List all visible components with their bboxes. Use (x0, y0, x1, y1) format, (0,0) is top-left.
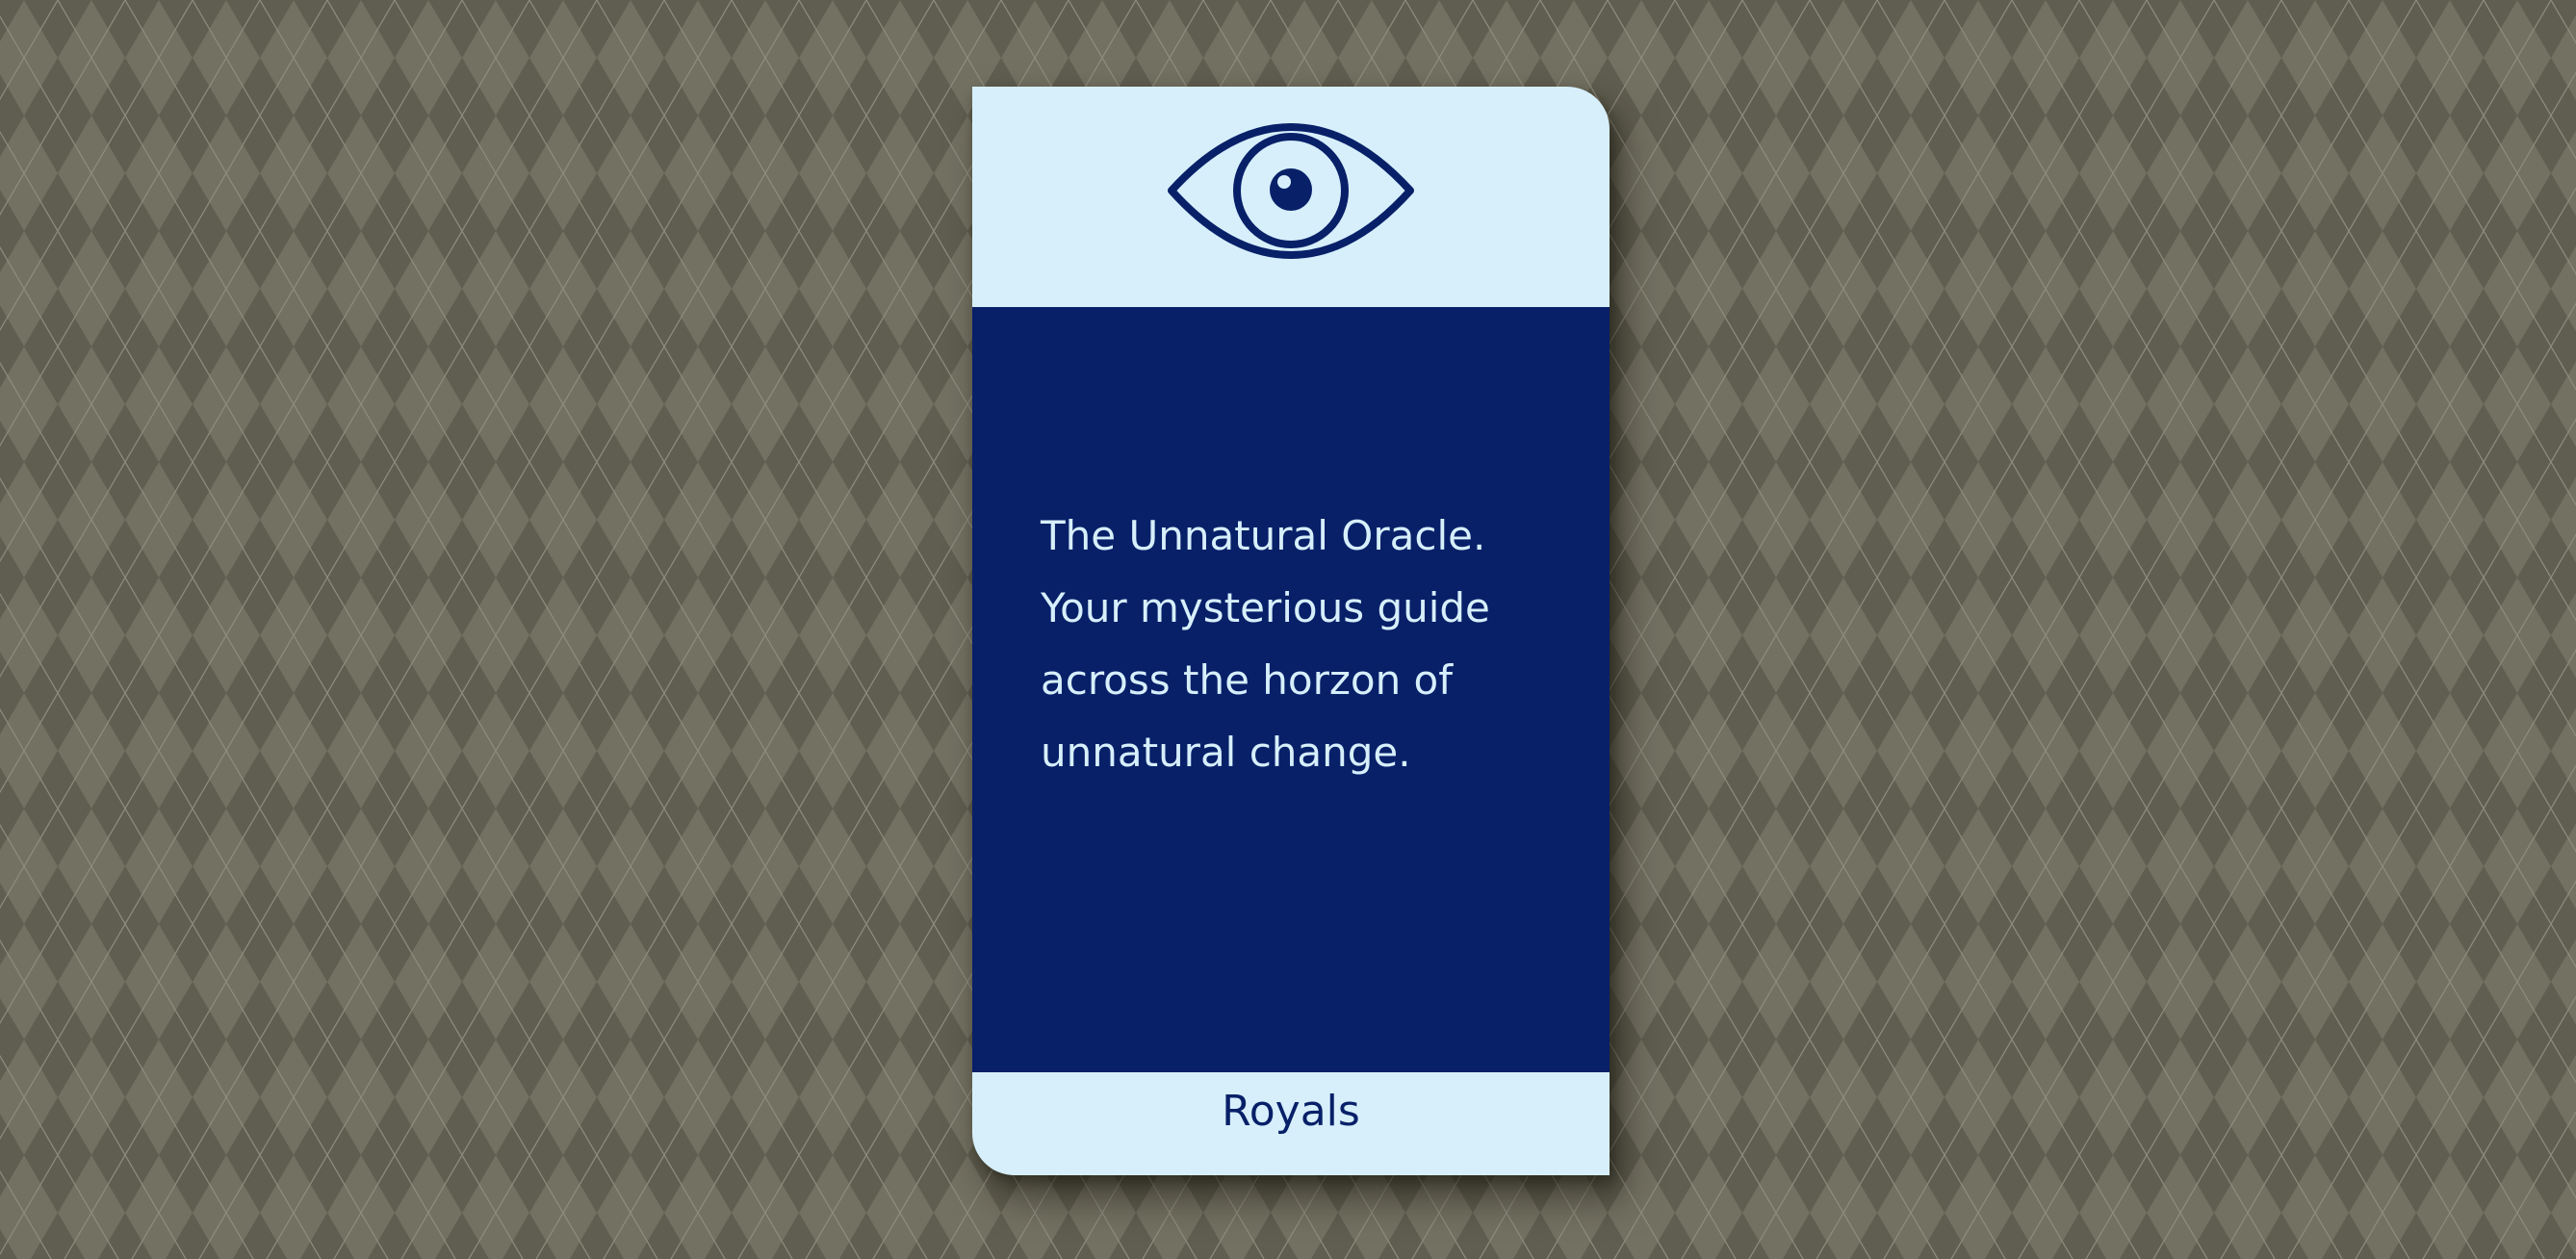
description-line: The Unnatural Oracle. (1041, 512, 1486, 559)
game-table: The Unnatural Oracle. Your mysterious gu… (0, 0, 2576, 1259)
card-name: Royals (1222, 1087, 1360, 1136)
description-line: Your mysterious guide (1041, 584, 1490, 631)
card-description-panel: The Unnatural Oracle. Your mysterious gu… (972, 307, 1610, 1072)
card-description: The Unnatural Oracle. Your mysterious gu… (1041, 500, 1580, 788)
eye-icon (1166, 122, 1416, 271)
card-header-panel (972, 87, 1610, 307)
description-line: unnatural change. (1041, 729, 1411, 776)
description-line: across the horzon of (1041, 656, 1454, 704)
card-footer-panel: Royals (972, 1072, 1610, 1175)
oracle-card[interactable]: The Unnatural Oracle. Your mysterious gu… (972, 87, 1610, 1175)
